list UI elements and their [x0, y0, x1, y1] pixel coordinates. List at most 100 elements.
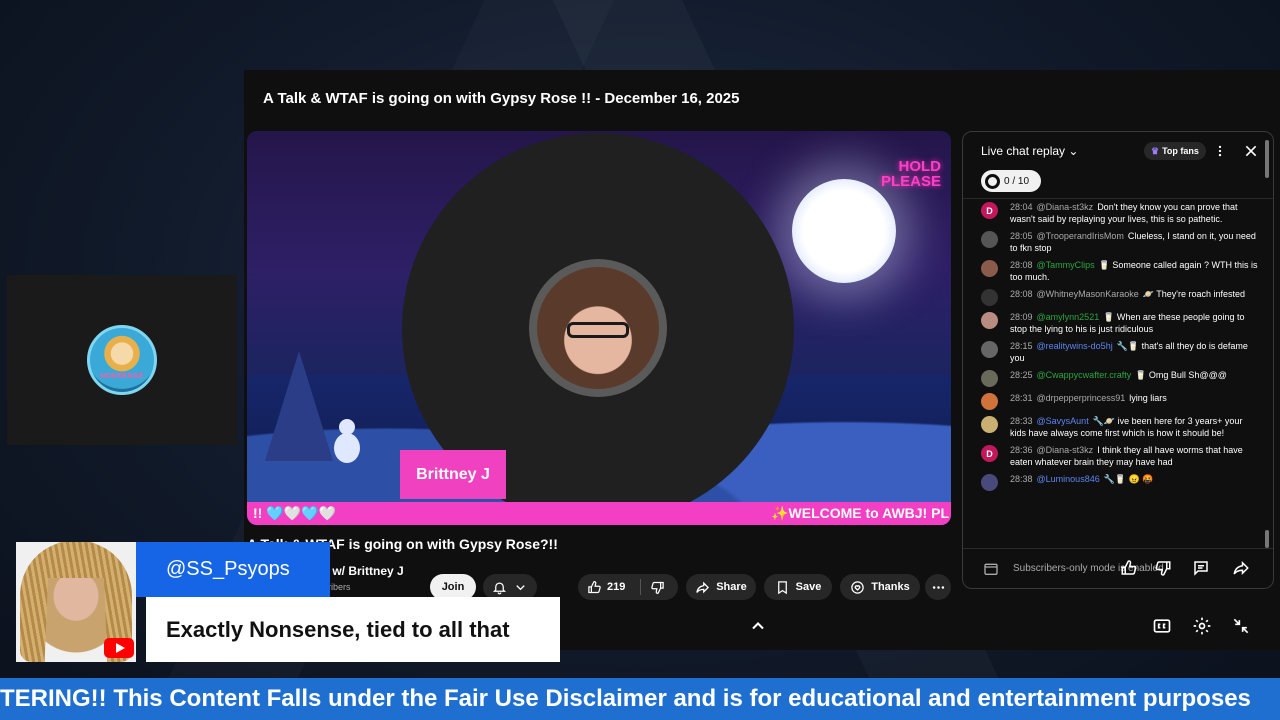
live-chat-panel: Live chat replay ⌄ ♛ Top fans 0 / 10 D 28…: [962, 131, 1274, 589]
chat-timestamp: 28:09: [1010, 312, 1033, 322]
chat-message[interactable]: 28:08 @TammyClips 🥛 Someone called again ?…: [963, 257, 1273, 286]
chat-message[interactable]: 28:08 @WhitneyMasonKaraoke 🪐 They're roach…: [963, 286, 1273, 309]
chat-message[interactable]: 28:09 @amylynn2521 🥛 When are these people…: [963, 309, 1273, 338]
chevron-up-icon[interactable]: [748, 616, 768, 636]
chat-author-avatar[interactable]: [981, 260, 998, 277]
chat-message[interactable]: 28:15 @realitywins-do5hj 🔧🥛 that's all the…: [963, 338, 1273, 367]
ticker-text: TERING!! This Content Falls under the Fa…: [0, 685, 1251, 712]
chat-author-avatar[interactable]: [981, 393, 998, 410]
chat-timestamp: 28:05: [1010, 231, 1033, 241]
chat-message-body: 28:05 @TrooperandIrisMom Clueless, I stand…: [1010, 230, 1259, 254]
like-button[interactable]: 219: [587, 580, 625, 595]
chat-footer: Subscribers-only mode is enabled: [963, 548, 1273, 588]
chat-author-avatar[interactable]: [981, 341, 998, 358]
thumbs-up-icon: [588, 580, 601, 593]
chat-timestamp: 28:36: [1010, 445, 1033, 455]
thumbs-down-icon[interactable]: [650, 580, 665, 595]
chat-timestamp: 28:25: [1010, 370, 1033, 380]
chat-timestamp: 28:08: [1010, 289, 1033, 299]
comment-icon[interactable]: [1192, 559, 1210, 577]
chat-message[interactable]: D 28:36 @Diana-st3kz I think they all have …: [963, 442, 1273, 471]
chat-author-name[interactable]: @drpepperprincess91: [1037, 393, 1126, 403]
chat-messages[interactable]: D 28:04 @Diana-st3kz Don't they know you ca…: [963, 198, 1273, 550]
video-player[interactable]: HOLD PLEASE Brittney J !! 🩵🤍🩵🤍 ✨WELCOME …: [247, 131, 951, 525]
chat-message[interactable]: 28:38 @Luminous846 🔧🥛 😠 🤬: [963, 471, 1273, 494]
close-icon[interactable]: [1243, 143, 1259, 159]
chat-mode-dropdown[interactable]: Live chat replay ⌄: [981, 144, 1078, 158]
chat-message[interactable]: D 28:04 @Diana-st3kz Don't they know you ca…: [963, 199, 1273, 228]
like-dislike-group: 219: [578, 574, 678, 600]
thanks-button[interactable]: Thanks: [840, 574, 920, 600]
chat-title: Live chat replay: [981, 144, 1066, 158]
chat-scrollbar-bottom[interactable]: [1265, 530, 1269, 548]
top-fans-label: Top fans: [1162, 146, 1199, 156]
tree-graphic: [265, 351, 333, 461]
chevron-down-icon: ⌄: [1068, 144, 1079, 158]
chat-message-body: 28:04 @Diana-st3kz Don't they know you can…: [1010, 201, 1259, 225]
chat-message[interactable]: 28:25 @Cwappycwafter.crafty 🥛 Omg Bull Sh@…: [963, 367, 1273, 390]
chat-author-name[interactable]: @realitywins-do5hj: [1037, 341, 1113, 351]
host-name-tag: Brittney J: [400, 450, 506, 499]
chat-timestamp: 28:31: [1010, 393, 1033, 403]
more-vertical-icon[interactable]: [1213, 144, 1227, 158]
chat-author-name[interactable]: @SavysAunt: [1037, 416, 1089, 426]
chat-author-name[interactable]: @WhitneyMasonKaraoke: [1037, 289, 1139, 299]
crown-icon: ♛: [1151, 145, 1160, 156]
chat-scrollbar-top[interactable]: [1265, 140, 1269, 178]
share-icon[interactable]: [1232, 559, 1250, 577]
chat-message-text: 🪐 They're roach infested: [1142, 289, 1246, 299]
disclaimer-ticker: TERING!! This Content Falls under the Fa…: [0, 678, 1280, 720]
chat-header: Live chat replay ⌄ ♛ Top fans: [963, 132, 1273, 170]
featured-comment-overlay: @SS_Psyops Exactly Nonsense, tied to all…: [16, 542, 560, 662]
chat-timestamp: 28:33: [1010, 416, 1033, 426]
settings-gear-icon[interactable]: [1192, 616, 1212, 636]
chat-message[interactable]: 28:31 @drpepperprincess91 lying liars: [963, 390, 1273, 413]
chat-author-name[interactable]: @TammyClips: [1037, 260, 1095, 270]
chat-message-body: 28:09 @amylynn2521 🥛 When are these people…: [1010, 311, 1259, 335]
exit-fullscreen-icon[interactable]: [1231, 616, 1251, 636]
chat-timestamp: 28:04: [1010, 202, 1033, 212]
chat-author-avatar[interactable]: [981, 289, 998, 306]
chat-message-body: 28:33 @SavysAunt 🔧🪐 ive been here for 3 ye…: [1010, 415, 1259, 439]
window-title: A Talk & WTAF is going on with Gypsy Ros…: [244, 70, 1280, 126]
chat-timestamp: 28:08: [1010, 260, 1033, 270]
chat-message-body: 28:08 @WhitneyMasonKaraoke 🪐 They're roach…: [1010, 288, 1245, 306]
chat-author-avatar[interactable]: [981, 231, 998, 248]
save-button[interactable]: Save: [764, 574, 832, 600]
chat-message[interactable]: 28:05 @TrooperandIrisMom Clueless, I stand…: [963, 228, 1273, 257]
chat-message[interactable]: 28:33 @SavysAunt 🔧🪐 ive been here for 3 ye…: [963, 413, 1273, 442]
chat-timestamp: 28:38: [1010, 474, 1033, 484]
chat-author-avatar[interactable]: [981, 370, 998, 387]
moon-graphic: [792, 179, 896, 283]
thanks-heart-icon: [851, 580, 864, 594]
more-actions-button[interactable]: [925, 574, 951, 600]
left-streamer-tile: NONSENSE: [7, 275, 237, 445]
commenter-handle: @SS_Psyops: [136, 542, 330, 597]
chat-author-name[interactable]: @Diana-st3kz: [1037, 445, 1094, 455]
commenter-photo: [16, 542, 136, 662]
chat-author-avatar[interactable]: D: [981, 445, 998, 462]
chat-author-name[interactable]: @amylynn2521: [1037, 312, 1100, 322]
hold-please-sign: HOLD PLEASE: [881, 159, 941, 189]
bookmark-icon: [777, 580, 787, 594]
chat-author-name[interactable]: @TrooperandIrisMom: [1037, 231, 1124, 241]
chat-author-name[interactable]: @Diana-st3kz: [1037, 202, 1094, 212]
goal-ring-icon: [985, 173, 1000, 189]
thumbs-up-icon[interactable]: [1120, 559, 1138, 577]
share-button[interactable]: Share: [686, 574, 756, 600]
chat-author-name[interactable]: @Luminous846: [1037, 474, 1100, 484]
thumbs-down-icon[interactable]: [1154, 559, 1172, 577]
chat-author-avatar[interactable]: [981, 416, 998, 433]
chat-author-avatar[interactable]: D: [981, 202, 998, 219]
chat-author-avatar[interactable]: [981, 312, 998, 329]
chat-author-name[interactable]: @Cwappycwafter.crafty: [1037, 370, 1132, 380]
share-label: Share: [716, 581, 747, 593]
like-divider: [640, 579, 641, 595]
goal-progress-pill[interactable]: 0 / 10: [981, 170, 1041, 192]
chat-timestamp: 28:15: [1010, 341, 1033, 351]
chat-author-avatar[interactable]: [981, 474, 998, 491]
captions-icon[interactable]: [1152, 616, 1172, 636]
host-avatar: [529, 259, 667, 397]
top-fans-button[interactable]: ♛ Top fans: [1144, 142, 1206, 160]
chat-toggle-icon[interactable]: [983, 561, 999, 577]
